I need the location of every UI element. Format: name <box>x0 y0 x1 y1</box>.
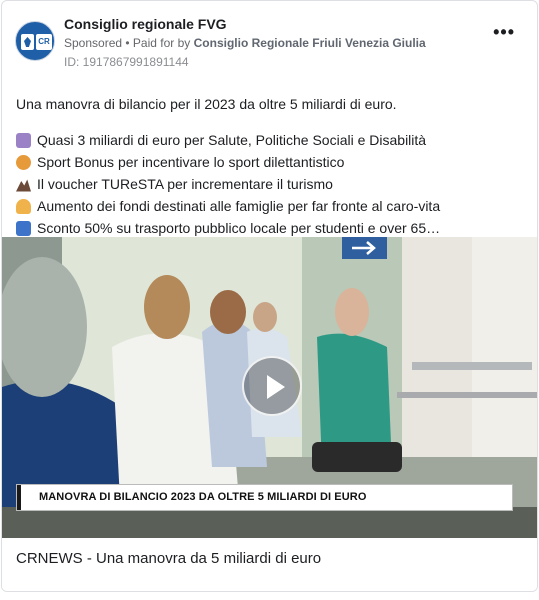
sponsored-line: Sponsored • Paid for by Consiglio Region… <box>64 36 426 50</box>
list-item: Quasi 3 miliardi di euro per Salute, Pol… <box>16 129 521 151</box>
list-item-text: Il voucher TUReSTA per incrementare il t… <box>37 176 333 192</box>
video-title[interactable]: CRNEWS - Una manovra da 5 miliardi di eu… <box>16 550 321 567</box>
list-item: Il voucher TUReSTA per incrementare il t… <box>16 173 521 195</box>
separator: • <box>122 36 133 50</box>
video-caption-text: MANOVRA DI BILANCIO 2023 DA OLTRE 5 MILI… <box>39 491 367 503</box>
page-avatar[interactable]: CR <box>15 21 55 61</box>
link-footer[interactable]: CRNEWS - Una manovra da 5 miliardi di eu… <box>2 538 537 591</box>
paid-for-name: Consiglio Regionale Friuli Venezia Giuli… <box>193 36 426 50</box>
ad-card: CR Consiglio regionale FVG Sponsored • P… <box>1 0 538 592</box>
family-icon <box>16 198 31 214</box>
list-item: Aumento dei fondi destinati alle famigli… <box>16 195 521 217</box>
list-item: Sconto 50% su trasporto pubblico locale … <box>16 217 521 239</box>
rugby-ball-icon <box>16 154 31 170</box>
list-item-text: Sport Bonus per incentivare lo sport dil… <box>37 154 345 170</box>
region-logo-icon <box>21 34 34 50</box>
list-item-text: Quasi 3 miliardi di euro per Salute, Pol… <box>37 132 427 148</box>
more-options-button[interactable]: ••• <box>493 23 515 41</box>
video-caption-banner: MANOVRA DI BILANCIO 2023 DA OLTRE 5 MILI… <box>16 484 513 511</box>
post-header: CR Consiglio regionale FVG Sponsored • P… <box>2 1 537 73</box>
ad-id: ID: 1917867991891144 <box>64 55 189 69</box>
mountain-icon <box>16 179 31 192</box>
page-name-link[interactable]: Consiglio regionale FVG <box>64 16 227 32</box>
list-item-text: Aumento dei fondi destinati alle famigli… <box>37 198 441 214</box>
paid-for-prefix: Paid for by <box>132 36 194 50</box>
book-icon <box>16 132 31 148</box>
post-intro: Una manovra di bilancio per il 2023 da o… <box>16 96 397 112</box>
play-icon[interactable] <box>242 356 302 416</box>
post-body: Una manovra di bilancio per il 2023 da o… <box>16 93 521 239</box>
list-item-text: Sconto 50% su trasporto pubblico locale … <box>37 220 441 236</box>
list-item: Sport Bonus per incentivare lo sport dil… <box>16 151 521 173</box>
sponsored-label: Sponsored <box>64 36 123 50</box>
bus-icon <box>16 220 31 236</box>
avatar-text: CR <box>36 34 52 50</box>
